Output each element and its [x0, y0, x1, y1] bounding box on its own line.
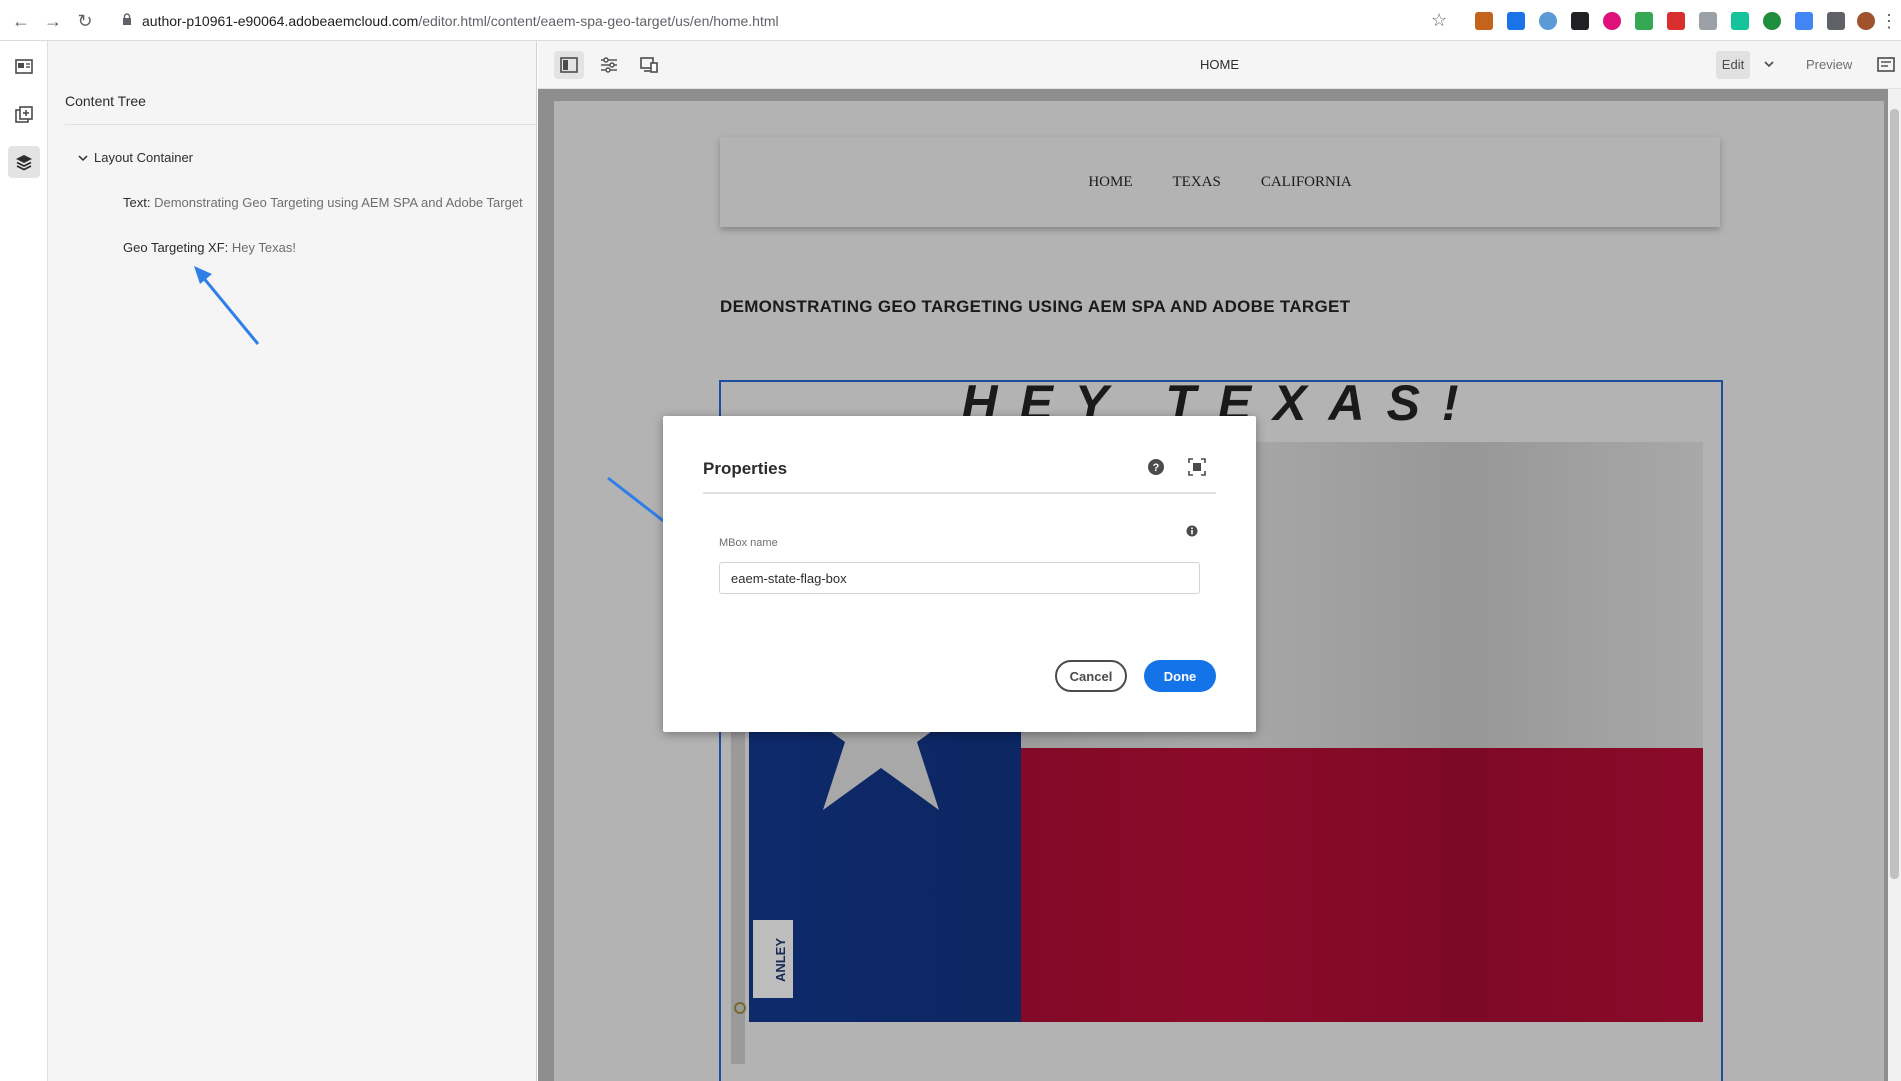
layers-icon [16, 155, 32, 171]
extension-icon[interactable] [1635, 12, 1653, 30]
url-path: /editor.html/content/eaem-spa-geo-target… [418, 13, 779, 29]
side-panel-icon [560, 57, 578, 73]
edit-mode-button[interactable]: Edit [1716, 51, 1750, 79]
browser-menu-icon[interactable]: ⋮ [1880, 10, 1898, 32]
preview-mode-button[interactable]: Preview [1806, 57, 1852, 72]
divider [65, 124, 537, 125]
panel-title: Content Tree [65, 93, 146, 109]
address-bar[interactable]: author-p10961-e90064.adobeaemcloud.com/e… [110, 7, 1450, 35]
components-button[interactable] [8, 99, 40, 131]
url-host: author-p10961-e90064.adobeaemcloud.com [142, 13, 419, 29]
mbox-name-input[interactable] [719, 562, 1200, 594]
annotations-icon[interactable] [1876, 55, 1896, 75]
page-heading[interactable]: DEMONSTRATING GEO TARGETING USING AEM SP… [720, 297, 1350, 317]
extension-icon[interactable] [1507, 12, 1525, 30]
nav-link-california[interactable]: CALIFORNIA [1261, 174, 1352, 191]
annotation-arrow [194, 266, 260, 345]
url-text: author-p10961-e90064.adobeaemcloud.com/e… [142, 13, 779, 29]
browser-toolbar: ← → ↻ author-p10961-e90064.adobeaemcloud… [0, 0, 1901, 41]
cancel-button[interactable]: Cancel [1055, 660, 1127, 692]
properties-dialog: Properties ? MBox name Cancel Done [663, 416, 1256, 732]
components-icon [15, 106, 33, 123]
svg-text:?: ? [1153, 462, 1160, 474]
vertical-scrollbar[interactable] [1888, 89, 1901, 1081]
forward-icon[interactable]: → [42, 10, 64, 32]
devices-icon [640, 57, 658, 73]
content-tree-button[interactable] [8, 146, 40, 178]
page-title: HOME [1200, 57, 1239, 72]
extension-icon[interactable] [1475, 12, 1493, 30]
emulator-button[interactable] [634, 51, 664, 79]
extension-icon[interactable] [1603, 12, 1621, 30]
page-properties-icon [15, 59, 33, 74]
extension-icon[interactable] [1539, 12, 1557, 30]
chevron-down-icon[interactable] [78, 153, 88, 163]
tree-node-type: Geo Targeting XF: [123, 240, 229, 255]
site-navigation: HOME TEXAS CALIFORNIA [720, 137, 1720, 227]
page-properties-button[interactable] [8, 51, 40, 83]
profile-avatar[interactable] [1857, 12, 1875, 30]
page-properties-button[interactable] [594, 51, 624, 79]
help-icon[interactable]: ? [1147, 458, 1165, 476]
nav-link-texas[interactable]: TEXAS [1172, 174, 1220, 191]
nav-link-home[interactable]: HOME [1088, 174, 1132, 191]
mbox-name-label: MBox name [719, 537, 778, 549]
extension-icon[interactable] [1571, 12, 1589, 30]
sliders-icon [601, 57, 617, 73]
tree-node-layout-container[interactable]: Layout Container [78, 150, 193, 165]
tree-node-value: Hey Texas! [231, 240, 296, 255]
info-icon[interactable] [1186, 525, 1198, 537]
lock-icon [123, 13, 131, 25]
reload-icon[interactable]: ↻ [74, 10, 96, 32]
tree-node-type: Text: [123, 195, 151, 210]
extension-icon[interactable] [1731, 12, 1749, 30]
editor-toolbar: HOME Edit Preview [538, 41, 1901, 89]
content-tree-panel: Content Tree Layout Container Text: Demo… [48, 41, 537, 1081]
side-rail [0, 41, 48, 1081]
extension-icon[interactable] [1699, 12, 1717, 30]
extension-icon[interactable] [1795, 12, 1813, 30]
done-button[interactable]: Done [1144, 660, 1216, 692]
fullscreen-icon[interactable] [1188, 458, 1206, 476]
dialog-title: Properties [703, 459, 788, 478]
divider [703, 492, 1216, 494]
toggle-side-panel-button[interactable] [554, 51, 584, 79]
tree-node-geo-targeting-xf[interactable]: Geo Targeting XF: Hey Texas! [123, 240, 296, 255]
tree-node-label: Layout Container [94, 150, 194, 165]
flag-tag-label: ANLEY [773, 938, 788, 982]
extension-icon[interactable] [1667, 12, 1685, 30]
back-icon[interactable]: ← [10, 10, 32, 32]
bookmark-star-icon[interactable]: ☆ [1431, 10, 1447, 31]
tree-node-text[interactable]: Text: Demonstrating Geo Targeting using … [123, 195, 523, 210]
extension-icon[interactable] [1763, 12, 1781, 30]
extensions-puzzle-icon[interactable] [1827, 12, 1845, 30]
scrollbar-thumb[interactable] [1890, 109, 1899, 879]
tree-node-value: Demonstrating Geo Targeting using AEM SP… [154, 195, 523, 210]
chevron-down-icon[interactable] [1760, 55, 1778, 73]
